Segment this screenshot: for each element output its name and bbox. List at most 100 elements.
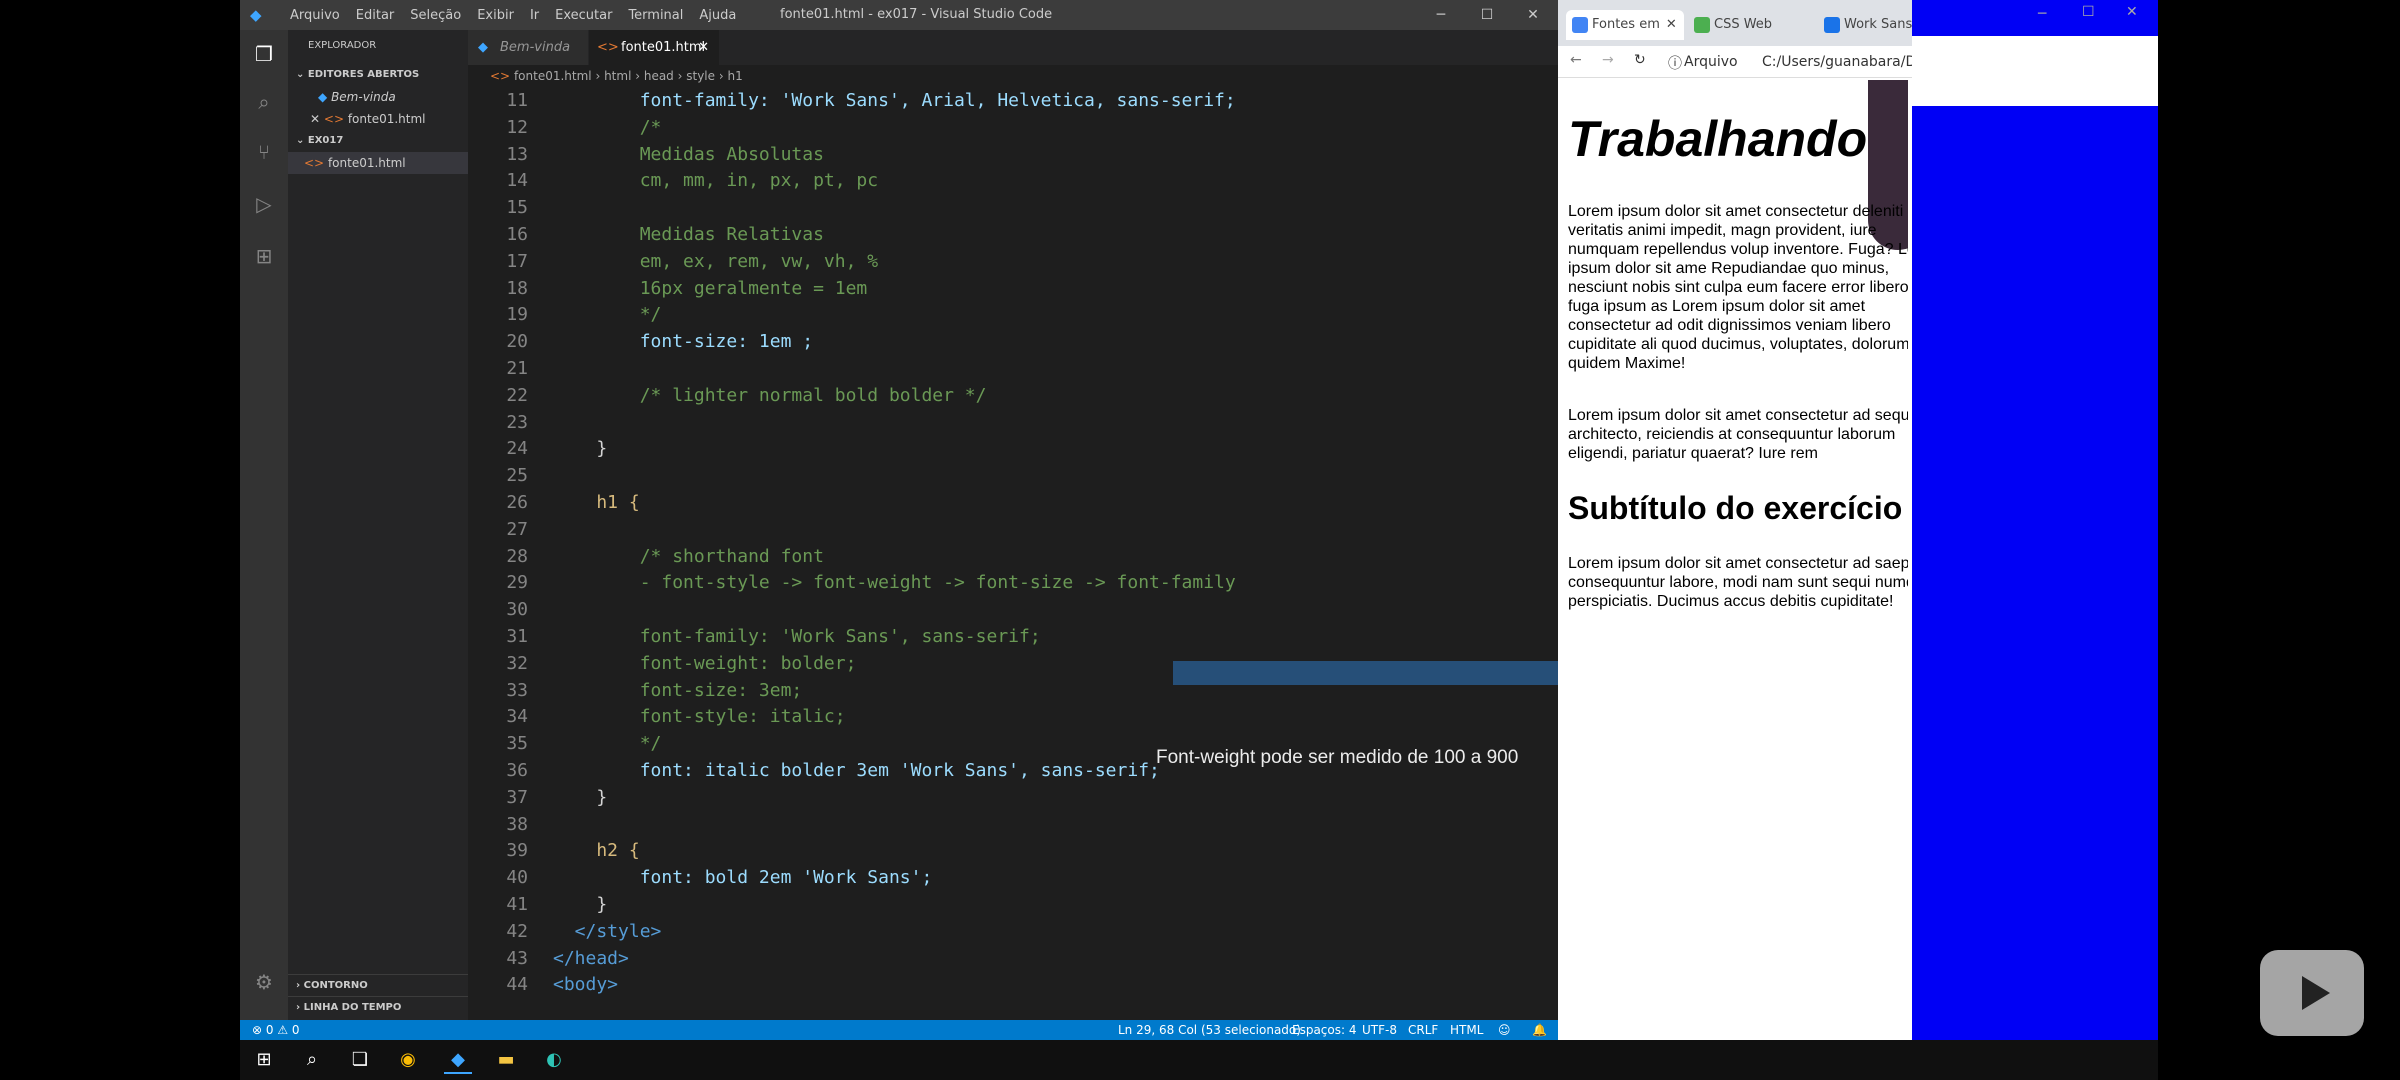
reload-icon[interactable]: ↻ bbox=[1634, 52, 1646, 68]
html-file-icon: <> bbox=[304, 156, 325, 170]
open-editor-item[interactable]: ◆ Bem-vinda bbox=[318, 86, 396, 108]
back-icon[interactable]: ← bbox=[1570, 52, 1582, 68]
breadcrumb-style[interactable]: style bbox=[686, 69, 715, 83]
menu-executar[interactable]: Executar bbox=[547, 8, 620, 23]
maximize-icon[interactable]: ☐ bbox=[1464, 0, 1510, 30]
browser-tab[interactable]: Fontes em ✕ bbox=[1566, 10, 1684, 40]
breadcrumb-head[interactable]: head bbox=[644, 69, 674, 83]
language-mode[interactable]: HTML bbox=[1450, 1020, 1483, 1040]
windows-start-icon[interactable]: ⊞ bbox=[250, 1046, 278, 1074]
minimize-icon[interactable]: ─ bbox=[2038, 6, 2046, 22]
code-line: } bbox=[553, 438, 608, 460]
line-number: 18 bbox=[506, 277, 528, 299]
browser-tab-label: Work Sans bbox=[1844, 17, 1913, 32]
title-bar: ◆ Arquivo Editar Seleção Exibir Ir Execu… bbox=[240, 0, 1558, 30]
line-number: 36 bbox=[506, 760, 528, 781]
notifications-icon[interactable]: 🔔 bbox=[1532, 1020, 1547, 1040]
menu-arquivo[interactable]: Arquivo bbox=[282, 8, 348, 23]
paragraph: Lorem ipsum dolor sit amet consectetur a… bbox=[1568, 555, 1908, 610]
run-debug-icon[interactable]: ▷ bbox=[252, 192, 276, 216]
line-number: 26 bbox=[506, 492, 528, 513]
close-icon[interactable]: ✕ bbox=[698, 30, 709, 65]
address-label: Arquivo bbox=[1684, 54, 1738, 70]
activity-bar: ❐ ⌕ ⑂ ▷ ⊞ ⚙ bbox=[240, 30, 288, 1020]
edge-icon[interactable]: ◐ bbox=[540, 1046, 568, 1074]
search-icon[interactable]: ⌕ bbox=[298, 1046, 326, 1074]
minimize-icon[interactable]: ─ bbox=[1418, 0, 1464, 30]
tab-fonte01[interactable]: <> fonte01.html ✕ bbox=[589, 30, 719, 65]
css-favicon-icon bbox=[1694, 17, 1710, 33]
code-line: font-weight: bolder; bbox=[553, 652, 857, 674]
line-number: 31 bbox=[506, 626, 528, 647]
web-page: Trabalhando Lorem ipsum dolor sit amet c… bbox=[1558, 80, 1908, 1040]
settings-gear-icon[interactable]: ⚙ bbox=[252, 970, 276, 994]
indentation[interactable]: Espaços: 4 bbox=[1292, 1020, 1357, 1040]
tab-label: Bem-vinda bbox=[500, 40, 571, 55]
line-number: 23 bbox=[506, 411, 528, 433]
line-number: 13 bbox=[506, 143, 528, 165]
forward-icon[interactable]: → bbox=[1602, 52, 1614, 68]
file-explorer-icon[interactable]: ▬ bbox=[492, 1046, 520, 1074]
feedback-icon[interactable]: ☺ bbox=[1498, 1020, 1511, 1040]
timeline-label: LINHA DO TEMPO bbox=[303, 1002, 402, 1013]
url-field[interactable]: C:/Users/guanabara/Do bbox=[1762, 54, 1925, 70]
code-line: h2 { bbox=[553, 840, 640, 862]
breadcrumb-file[interactable]: fonte01.html bbox=[514, 69, 592, 83]
menu-ajuda[interactable]: Ajuda bbox=[691, 8, 744, 23]
vscode-window: ◆ Arquivo Editar Seleção Exibir Ir Execu… bbox=[240, 0, 1558, 1040]
encoding[interactable]: UTF-8 bbox=[1362, 1020, 1397, 1040]
code-editor[interactable]: 11 font-family: 'Work Sans', Arial, Helv… bbox=[468, 87, 1558, 1020]
maximize-icon[interactable]: ☐ bbox=[2082, 4, 2095, 20]
browser-tab[interactable]: CSS Web bbox=[1688, 10, 1808, 40]
window-header bbox=[1912, 36, 2158, 106]
source-control-icon[interactable]: ⑂ bbox=[252, 140, 276, 164]
code-line: /* bbox=[553, 116, 662, 138]
menu-bar: Arquivo Editar Seleção Exibir Ir Executa… bbox=[282, 0, 744, 30]
line-number: 28 bbox=[506, 545, 528, 567]
menu-selecao[interactable]: Seleção bbox=[402, 8, 469, 23]
problems-indicator[interactable]: ⊗ 0 ⚠ 0 bbox=[252, 1020, 300, 1040]
file-item[interactable]: <> fonte01.html bbox=[288, 152, 468, 174]
line-number: 35 bbox=[506, 733, 528, 755]
chrome-icon[interactable]: ◉ bbox=[394, 1046, 422, 1074]
tab-label: fonte01.html bbox=[621, 40, 706, 55]
vscode-file-icon: ◆ bbox=[318, 90, 328, 104]
extensions-icon[interactable]: ⊞ bbox=[252, 244, 276, 268]
html-file-icon: <> bbox=[323, 112, 344, 126]
menu-ir[interactable]: Ir bbox=[522, 8, 547, 23]
text-selection bbox=[1173, 661, 1558, 685]
menu-editar[interactable]: Editar bbox=[348, 8, 403, 23]
timeline-header[interactable]: › LINHA DO TEMPO bbox=[288, 996, 468, 1018]
close-icon[interactable]: ✕ bbox=[1666, 17, 1677, 32]
breadcrumb-h1[interactable]: h1 bbox=[727, 69, 742, 83]
line-ending[interactable]: CRLF bbox=[1408, 1020, 1438, 1040]
folder-header[interactable]: ⌄ EX017 bbox=[288, 130, 343, 152]
video-caption: Font-weight pode ser medido de 100 a 900 bbox=[1156, 747, 1519, 768]
code-line: Medidas Relativas bbox=[553, 224, 824, 245]
open-editor-label: fonte01.html bbox=[347, 112, 426, 126]
close-icon[interactable]: ✕ bbox=[2126, 4, 2138, 20]
search-icon[interactable]: ⌕ bbox=[252, 90, 276, 114]
code-line: } bbox=[553, 894, 608, 915]
close-icon[interactable]: ✕ bbox=[1510, 0, 1556, 30]
vscode-icon[interactable]: ◆ bbox=[444, 1046, 472, 1074]
breadcrumb-html[interactable]: html bbox=[604, 69, 631, 83]
background-window[interactable]: ─ ☐ ✕ bbox=[1912, 0, 2158, 1040]
browser-tab-label: Fontes em bbox=[1592, 17, 1660, 32]
line-number: 42 bbox=[506, 920, 528, 942]
vscode-file-icon: ◆ bbox=[478, 40, 488, 55]
menu-terminal[interactable]: Terminal bbox=[620, 8, 691, 23]
open-editors-header[interactable]: ⌄ EDITORES ABERTOS bbox=[288, 64, 419, 86]
explorer-icon[interactable]: ❐ bbox=[252, 42, 276, 66]
close-icon[interactable]: ✕ bbox=[310, 112, 320, 126]
menu-exibir[interactable]: Exibir bbox=[469, 8, 522, 23]
code-line: - font-style -> font-weight -> font-size… bbox=[553, 572, 1236, 594]
cursor-position[interactable]: Ln 29, 68 Col (53 selecionado) bbox=[1118, 1020, 1301, 1040]
open-editor-label: Bem-vinda bbox=[331, 90, 396, 104]
outline-header[interactable]: › CONTORNO bbox=[288, 974, 468, 996]
code-line: 16px geralmente = 1em bbox=[553, 277, 868, 299]
tab-bem-vinda[interactable]: ◆ Bem-vinda bbox=[468, 30, 588, 65]
play-button[interactable] bbox=[2260, 950, 2364, 1036]
task-view-icon[interactable]: ❏ bbox=[346, 1046, 374, 1074]
open-editor-item[interactable]: ✕ <> fonte01.html bbox=[310, 108, 426, 130]
